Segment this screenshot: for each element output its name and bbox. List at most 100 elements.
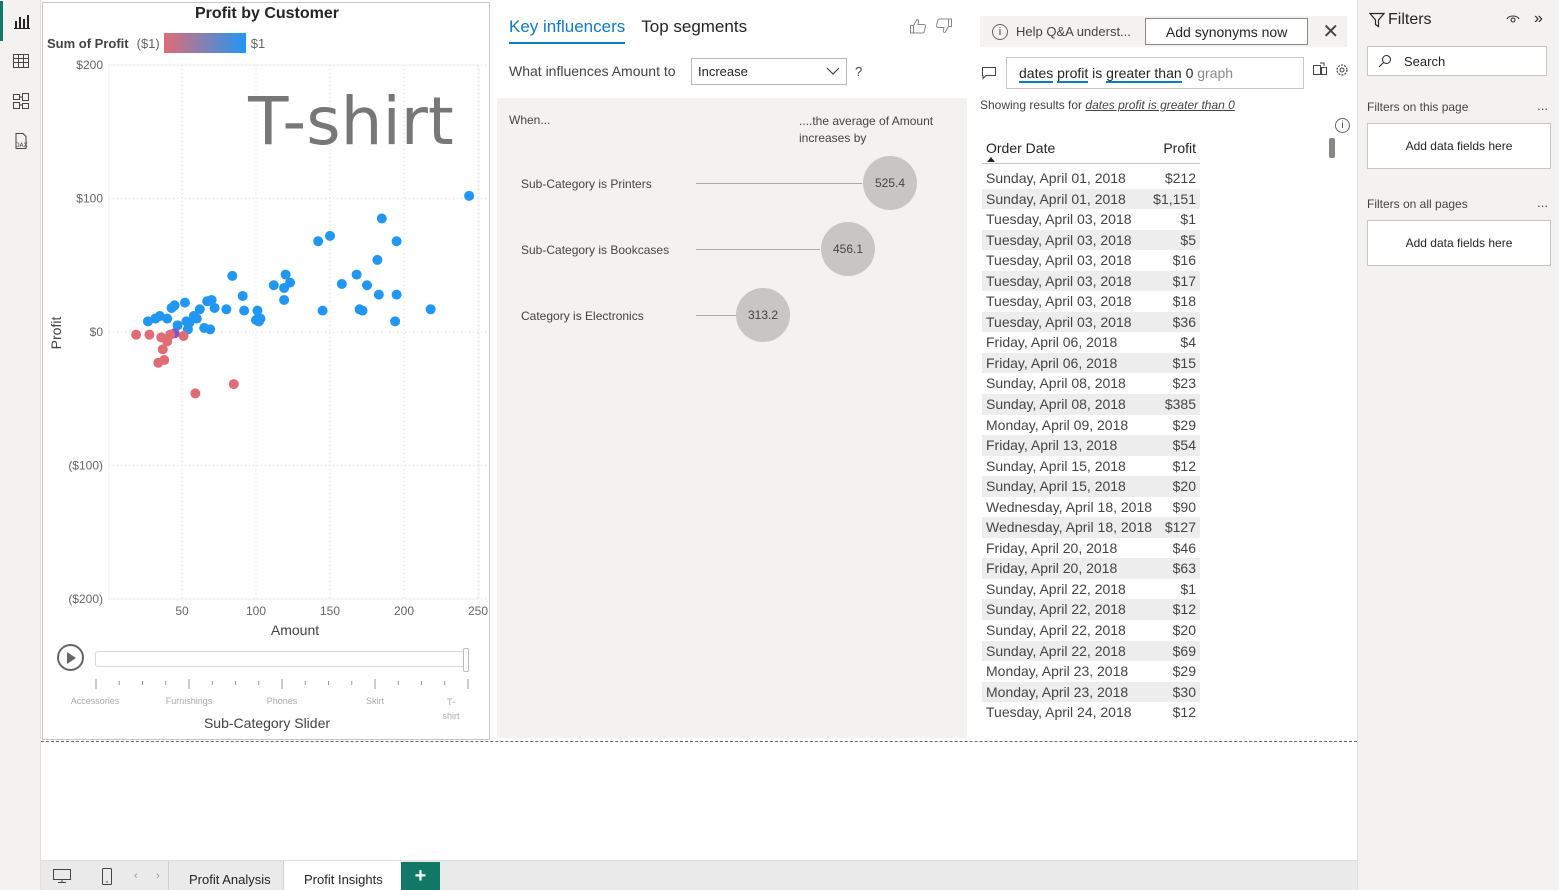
- table-row[interactable]: Tuesday, April 03, 2018 $36: [982, 311, 1200, 333]
- qa-token: profit: [1057, 65, 1089, 83]
- table-row[interactable]: Tuesday, April 03, 2018 $17: [982, 270, 1200, 292]
- table-row[interactable]: Monday, April 23, 2018 $29: [982, 661, 1200, 682]
- ki-help-icon[interactable]: ?: [855, 64, 862, 79]
- data-point: [391, 289, 402, 300]
- page-tab-profit-insights[interactable]: Profit Insights: [284, 861, 403, 890]
- table-row[interactable]: Sunday, April 22, 2018 $1: [982, 579, 1200, 600]
- qa-question-input[interactable]: dates profit is greater than 0 graph: [1006, 57, 1304, 89]
- cell-order-date: Tuesday, April 03, 2018: [986, 313, 1132, 330]
- table-row[interactable]: Friday, April 13, 2018 $54: [982, 435, 1200, 456]
- qa-banner-text: Help Q&A underst...: [1016, 24, 1131, 39]
- qa-showing-results: Showing results for dates profit is grea…: [980, 98, 1235, 112]
- cell-order-date: Sunday, April 22, 2018: [986, 642, 1126, 659]
- filters-search-input[interactable]: Search: [1367, 46, 1547, 76]
- table-row[interactable]: Sunday, April 01, 2018 $212: [982, 168, 1200, 189]
- table-row[interactable]: Friday, April 20, 2018 $63: [982, 558, 1200, 579]
- influencer-bubble[interactable]: 313.2: [736, 288, 790, 342]
- more-options-icon[interactable]: ...: [1537, 195, 1548, 210]
- table-row[interactable]: Sunday, April 22, 2018 $12: [982, 599, 1200, 621]
- convert-visual-icon[interactable]: [1312, 62, 1328, 78]
- influencer-bubble[interactable]: 456.1: [821, 222, 875, 276]
- cell-profit: $12: [1172, 601, 1196, 618]
- y-tick-label: ($200): [68, 592, 103, 606]
- model-view-icon[interactable]: [0, 81, 41, 121]
- table-row[interactable]: Wednesday, April 18, 2018 $127: [982, 517, 1200, 538]
- influencer-bubble[interactable]: 525.4: [863, 156, 917, 210]
- scatter-plot[interactable]: $200 $100 $0 ($100) ($200) 50 100 150 200 250 T-sh…: [43, 3, 489, 643]
- table-row[interactable]: Sunday, April 15, 2018 $12: [982, 456, 1200, 477]
- table-row[interactable]: Tuesday, April 03, 2018 $16: [982, 250, 1200, 271]
- influencer-label[interactable]: Sub-Category is Printers: [521, 177, 652, 191]
- cell-profit: $17: [1172, 272, 1196, 289]
- table-row[interactable]: Monday, April 23, 2018 $30: [982, 681, 1200, 703]
- cell-profit: $29: [1172, 663, 1196, 680]
- cell-order-date: Wednesday, April 18, 2018: [986, 519, 1153, 536]
- table-row[interactable]: Friday, April 06, 2018 $4: [982, 332, 1200, 353]
- cell-profit: $4: [1180, 334, 1196, 351]
- close-icon[interactable]: ✕: [1322, 19, 1339, 44]
- table-row[interactable]: Sunday, April 15, 2018 $20: [982, 476, 1200, 497]
- ki-direction-select[interactable]: Increase: [691, 58, 847, 85]
- cell-order-date: Sunday, April 22, 2018: [986, 622, 1126, 639]
- report-view-icon[interactable]: [0, 1, 41, 41]
- table-row[interactable]: Tuesday, April 03, 2018 $1: [982, 209, 1200, 230]
- column-header-profit[interactable]: Profit: [1144, 136, 1200, 163]
- thumbs-up-icon[interactable]: [909, 18, 927, 34]
- ki-panel: When... ....the average of Amount increa…: [497, 98, 967, 738]
- mobile-layout-icon[interactable]: [101, 868, 113, 886]
- table-row[interactable]: Wednesday, April 18, 2018 $90: [982, 497, 1200, 518]
- gear-icon[interactable]: [1334, 62, 1350, 78]
- cell-profit: $20: [1172, 622, 1196, 639]
- table-row[interactable]: Tuesday, April 03, 2018 $18: [982, 291, 1200, 312]
- table-row[interactable]: Tuesday, April 03, 2018 $5: [982, 229, 1200, 251]
- add-synonyms-button[interactable]: Add synonyms now: [1144, 18, 1309, 45]
- table-row[interactable]: Sunday, April 22, 2018 $20: [982, 620, 1200, 641]
- cell-profit: $1: [1180, 211, 1196, 228]
- desktop-layout-icon[interactable]: [52, 868, 72, 884]
- data-point: [190, 388, 201, 399]
- qa-showing-query[interactable]: dates profit is greater than 0: [1085, 98, 1234, 112]
- cell-profit: $15: [1172, 354, 1196, 371]
- chevron-left-icon[interactable]: ‹: [134, 870, 138, 882]
- data-point: [373, 289, 384, 300]
- slider-handle[interactable]: [463, 648, 469, 672]
- page-tabs-bar: ‹ › Profit Analysis Profit Insights +: [41, 860, 1357, 890]
- data-point: [372, 254, 383, 265]
- play-axis-slider[interactable]: [95, 651, 469, 667]
- play-axis-button[interactable]: [57, 644, 84, 671]
- data-point: [159, 355, 170, 366]
- table-row[interactable]: Sunday, April 08, 2018 $385: [982, 394, 1200, 415]
- table-row[interactable]: Friday, April 06, 2018 $15: [982, 352, 1200, 374]
- influencer-label[interactable]: Category is Electronics: [521, 309, 644, 323]
- table-row[interactable]: Sunday, April 22, 2018 $69: [982, 640, 1200, 662]
- cell-order-date: Sunday, April 01, 2018: [986, 170, 1126, 186]
- tab-key-influencers[interactable]: Key influencers: [509, 17, 626, 44]
- add-data-fields-all[interactable]: Add data fields here: [1367, 220, 1551, 266]
- table-scrollbar[interactable]: [1329, 138, 1335, 158]
- table-row[interactable]: Tuesday, April 24, 2018 $12: [982, 702, 1200, 723]
- table-row[interactable]: Friday, April 20, 2018 $46: [982, 538, 1200, 559]
- eye-icon[interactable]: [1506, 13, 1520, 25]
- thumbs-down-icon[interactable]: [935, 18, 953, 34]
- table-row[interactable]: Sunday, April 01, 2018 $1,151: [982, 188, 1200, 210]
- column-header-order-date[interactable]: Order Date: [982, 136, 1144, 163]
- table-row[interactable]: Monday, April 09, 2018 $29: [982, 415, 1200, 436]
- dax-query-icon[interactable]: DAX: [0, 121, 41, 161]
- tab-top-segments[interactable]: Top segments: [641, 17, 747, 44]
- more-options-icon[interactable]: ...: [1537, 98, 1548, 113]
- chevron-right-icon[interactable]: ›: [156, 870, 160, 882]
- cell-order-date: Sunday, April 01, 2018: [986, 190, 1126, 207]
- cell-profit: $36: [1172, 313, 1196, 330]
- cell-order-date: Sunday, April 08, 2018: [986, 396, 1126, 413]
- cell-profit: $1,151: [1153, 190, 1196, 207]
- info-icon[interactable]: i: [1335, 118, 1350, 133]
- add-page-button[interactable]: +: [401, 862, 440, 890]
- influencer-label[interactable]: Sub-Category is Bookcases: [521, 243, 669, 257]
- scatter-visual[interactable]: Profit by Customer Sum of Profit ($1) $1…: [42, 2, 490, 740]
- table-row[interactable]: Sunday, April 08, 2018 $23: [982, 373, 1200, 394]
- cell-order-date: Tuesday, April 03, 2018: [986, 231, 1132, 248]
- page-tab-profit-analysis[interactable]: Profit Analysis: [169, 861, 291, 890]
- collapse-icon[interactable]: »: [1534, 10, 1543, 28]
- add-data-fields-page[interactable]: Add data fields here: [1367, 123, 1551, 169]
- data-view-icon[interactable]: [0, 41, 41, 81]
